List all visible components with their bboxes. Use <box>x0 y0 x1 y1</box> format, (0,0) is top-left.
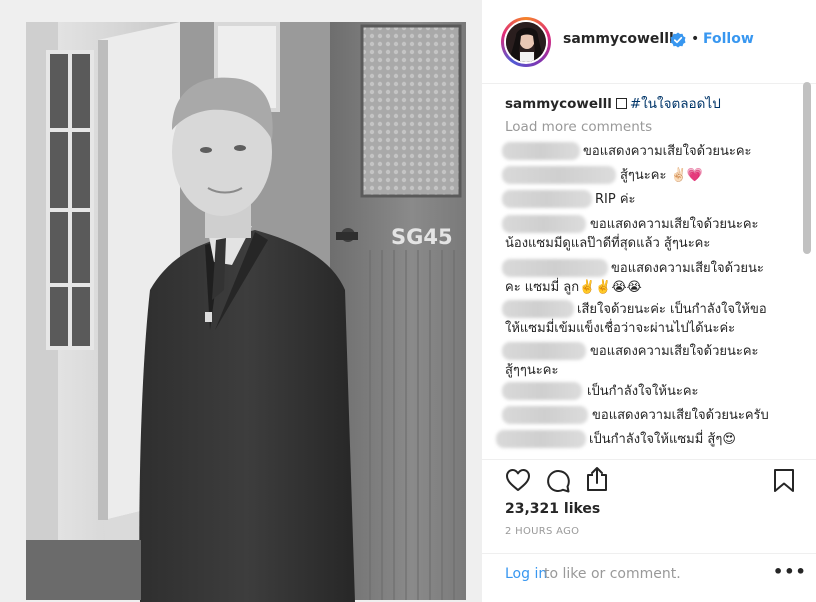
comments-scrollbar[interactable] <box>803 82 811 254</box>
blurred-username <box>502 342 586 360</box>
caption-username[interactable]: sammycowelll <box>505 96 612 112</box>
caption-hashtag[interactable]: #ในใจตลอดไป <box>630 96 721 112</box>
photo-image: SG45 <box>0 0 481 602</box>
comment-text-line2: ให้แซมมี่เข้มแข็งเชื่อว่าจะผ่านไปได้นะค่… <box>505 321 736 336</box>
likes-count[interactable]: 23,321 likes <box>505 501 600 517</box>
heart-icon[interactable] <box>505 468 531 492</box>
login-link[interactable]: Log in <box>505 566 547 582</box>
comment-text: ขอแสดงความเสียใจด้วยนะคะ <box>590 217 759 232</box>
comment-text: ขอแสดงความเสียใจด้วยนะคะ <box>583 144 752 159</box>
login-prompt: Log in to like or comment. ••• <box>482 553 816 592</box>
blurred-username <box>502 190 592 208</box>
comment-text: RIP ค่ะ <box>595 192 636 207</box>
post-timestamp: 2 HOURS AGO <box>505 526 580 537</box>
post-header: sammycowelll • Follow <box>482 0 816 84</box>
blurred-username <box>502 406 588 424</box>
comment-text: เป็นกำลังใจให้นะคะ <box>587 384 699 399</box>
share-icon[interactable] <box>585 466 609 492</box>
post-photo: SG45 <box>0 0 481 602</box>
comment-text-line2: น้องแซมมีดูแลป๊าดีที่สุดแล้ว สู้ๆนะคะ <box>505 236 711 251</box>
blurred-username <box>502 259 608 277</box>
blurred-username <box>496 430 586 448</box>
comment-text-line2: คะ แซมมี่ ลูก✌️✌️😭😭 <box>505 280 642 295</box>
post-caption: sammycowelll #ในใจตลอดไป <box>505 92 721 114</box>
comment-text: ขอแสดงความเสียใจด้วยนะคะ <box>590 344 759 359</box>
login-prompt-text: to like or comment. <box>544 566 681 582</box>
post-details-panel: sammycowelll • Follow sammycowelll #ในใจต… <box>481 0 816 602</box>
comments-list[interactable]: sammycowelll #ในใจตลอดไป Load more commen… <box>482 85 816 459</box>
separator-dot: • <box>691 31 700 47</box>
load-more-comments-button[interactable]: Load more comments <box>505 119 652 135</box>
avatar-image <box>506 22 546 62</box>
comment-text: ขอแสดงความเสียใจด้วยนะ <box>611 261 764 276</box>
caption-square-glyph <box>615 98 627 109</box>
avatar[interactable] <box>504 20 548 64</box>
blurred-username <box>502 382 582 400</box>
comment-text: ขอแสดงความเสียใจด้วยนะครับ <box>592 408 769 423</box>
blurred-username <box>502 166 616 184</box>
username-link[interactable]: sammycowelll <box>563 31 674 47</box>
door-number: SG45 <box>391 225 453 249</box>
post-actions: 23,321 likes 2 HOURS AGO Log in to like … <box>482 459 816 591</box>
blurred-username <box>502 300 574 318</box>
comment-text-line2: สู้ๆๆนะคะ <box>505 363 559 378</box>
more-options-icon[interactable]: ••• <box>773 562 807 581</box>
bookmark-icon[interactable] <box>773 468 795 494</box>
comment-text: สู้ๆนะคะ ✌🏻💗 <box>620 168 703 183</box>
comment-icon[interactable] <box>545 468 571 494</box>
verified-badge-icon <box>670 32 686 48</box>
comment-text: เสียใจด้วยนะค่ะ เป็นกำลังใจให้ขอ <box>577 302 767 317</box>
blurred-username <box>502 142 580 160</box>
story-ring[interactable] <box>501 17 551 67</box>
comment-text: เป็นกำลังใจให้แซมมี่ สู้ๆ😍 <box>589 432 736 447</box>
follow-button[interactable]: Follow <box>703 31 754 47</box>
blurred-username <box>502 215 586 233</box>
